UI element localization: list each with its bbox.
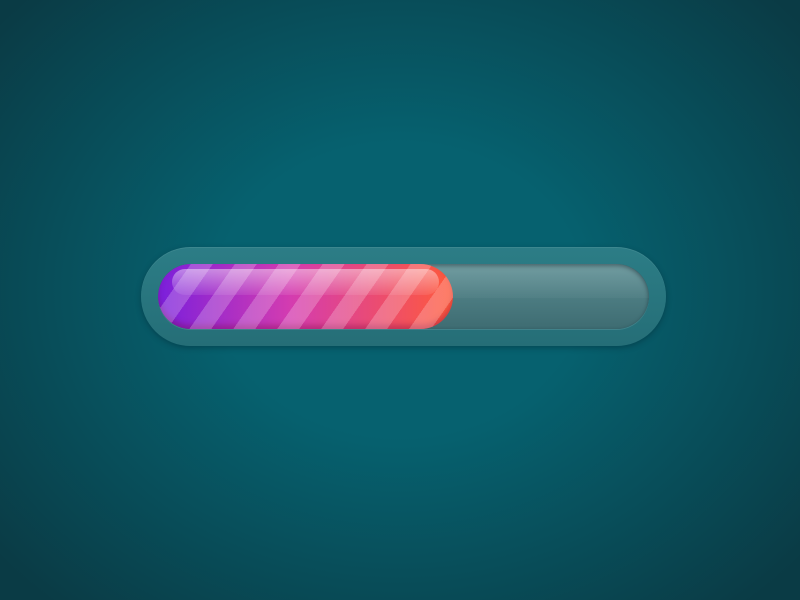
fill-gloss (172, 269, 439, 295)
progress-bar-shell (141, 247, 666, 346)
progress-fill (158, 264, 453, 329)
progress-track (158, 264, 649, 329)
